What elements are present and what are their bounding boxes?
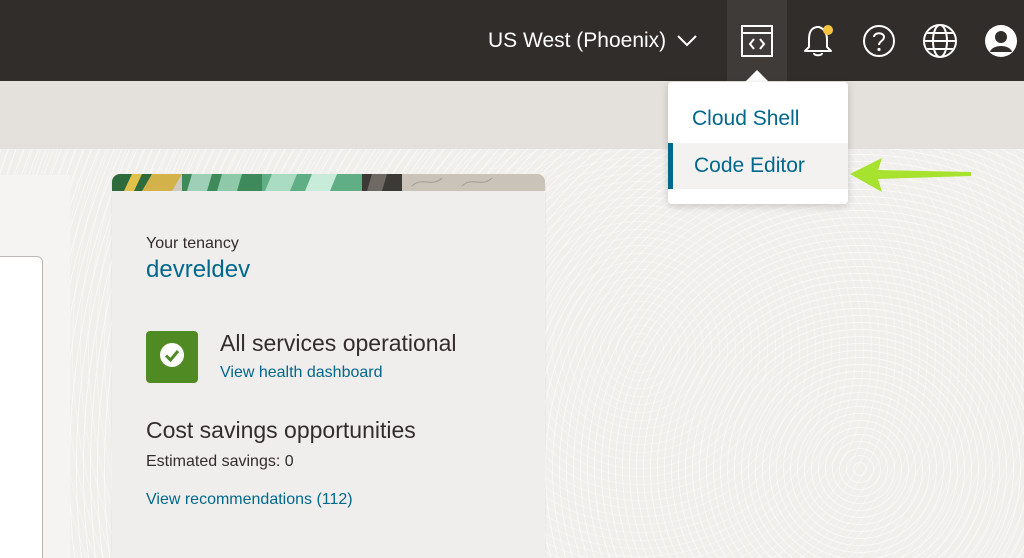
profile-button[interactable] [971,0,1024,81]
menu-item-code-editor[interactable]: Code Editor [668,143,848,189]
status-title: All services operational [220,330,457,356]
region-label: US West (Phoenix) [488,29,667,52]
tenancy-card: Your tenancy devreldev All services oper… [112,174,545,558]
check-circle-icon [159,342,185,373]
developer-tools-button[interactable] [727,0,787,81]
menu-caret [745,70,769,82]
developer-tools-menu: Cloud Shell Code Editor [668,82,848,204]
chevron-down-icon [676,34,698,48]
annotation-arrow-icon [848,155,974,195]
bell-icon [802,23,836,59]
card-banner-image [112,174,545,191]
top-navigation-bar: US West (Phoenix) [0,0,1024,81]
globe-icon [922,23,958,59]
cost-savings-title: Cost savings opportunities [146,417,416,443]
estimated-savings-text: Estimated savings: 0 [146,453,294,470]
recommendations-link[interactable]: View recommendations (112) [146,491,353,509]
health-dashboard-link[interactable]: View health dashboard [220,364,383,382]
language-button[interactable] [910,0,970,81]
help-icon [862,24,896,58]
help-button[interactable] [849,0,909,81]
region-selector[interactable]: US West (Phoenix) [488,26,698,56]
notifications-button[interactable] [789,0,849,81]
menu-item-cloud-shell[interactable]: Cloud Shell [668,96,848,142]
status-ok-badge [146,331,198,383]
breadcrumb-bar [0,81,1024,149]
tenancy-name-link[interactable]: devreldev [146,256,250,284]
code-editor-icon [740,24,774,58]
user-icon [984,24,1018,58]
left-card [0,256,43,558]
tenancy-label: Your tenancy [146,235,239,252]
